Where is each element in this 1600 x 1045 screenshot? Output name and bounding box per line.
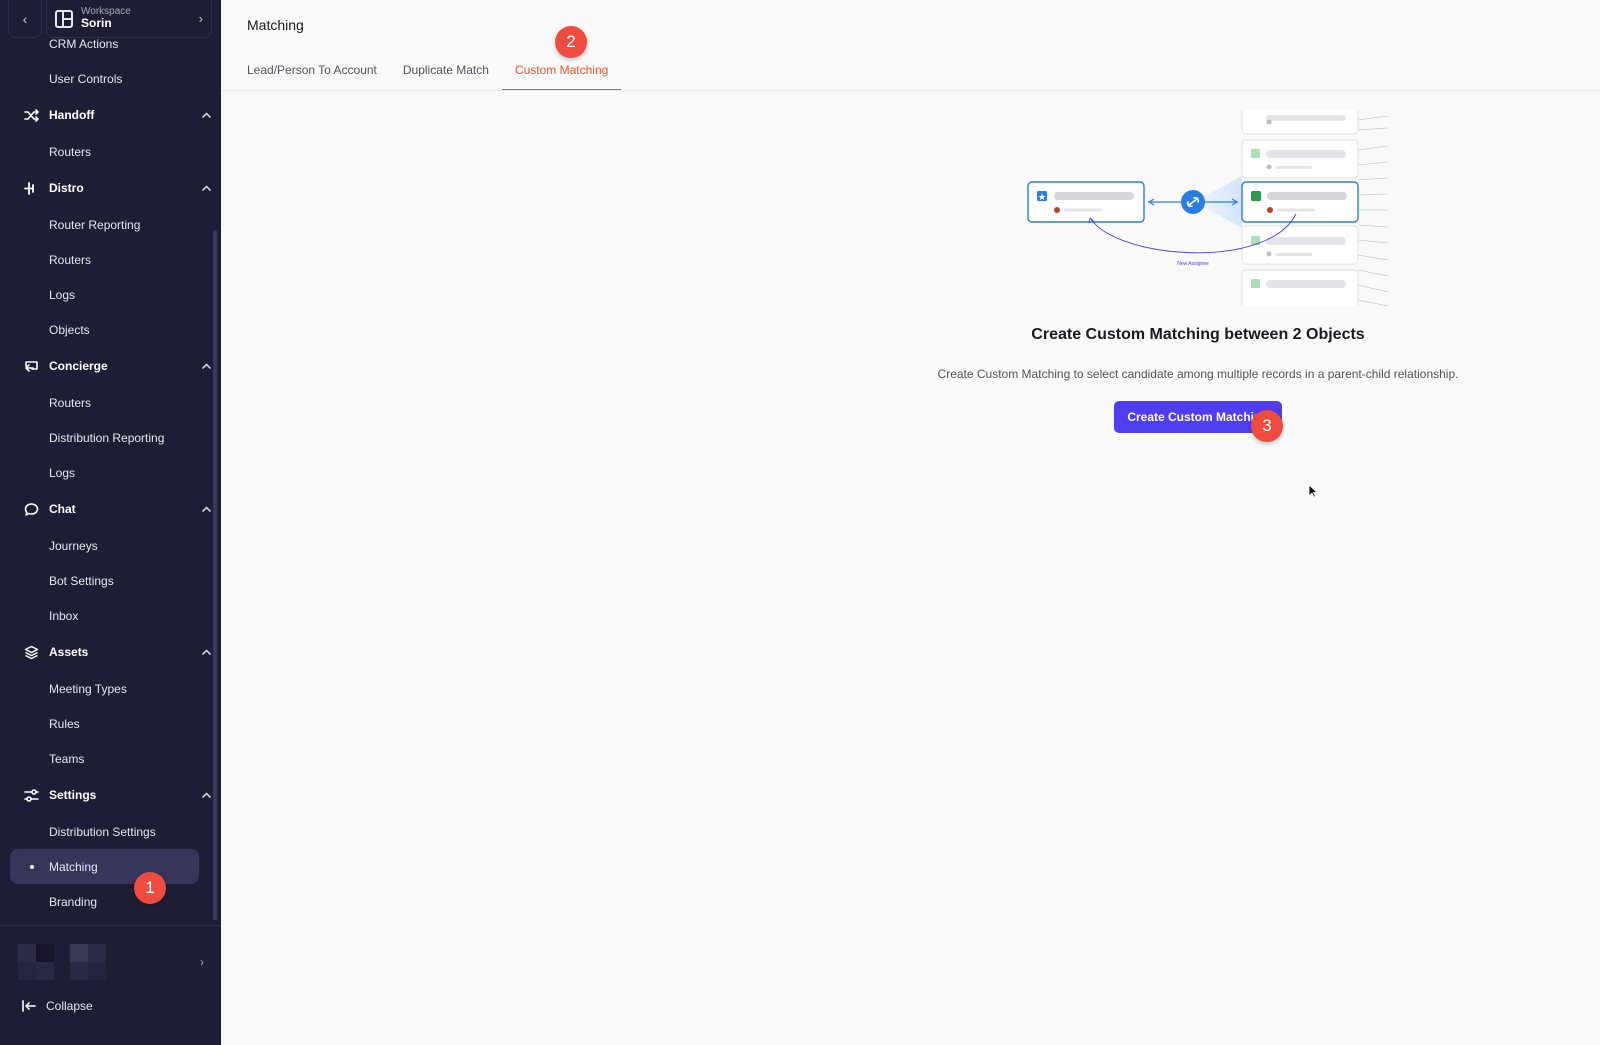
chevron-right-icon: › bbox=[198, 11, 203, 26]
sidebar-item-routers[interactable]: Routers bbox=[0, 134, 221, 169]
sidebar-item-bot-settings[interactable]: Bot Settings bbox=[0, 563, 221, 598]
chevron-left-icon: ‹ bbox=[22, 10, 28, 27]
sidebar-item-label: Teams bbox=[49, 751, 85, 766]
main-content: Matching Lead/Person To Account Duplicat… bbox=[221, 0, 1600, 1045]
layers-icon bbox=[22, 645, 40, 660]
sidebar-item-label: CRM Actions bbox=[49, 36, 119, 51]
sidebar-item-routers[interactable]: Routers bbox=[0, 385, 221, 420]
chevron-up-icon bbox=[191, 183, 221, 194]
sidebar-item-journeys[interactable]: Journeys bbox=[0, 528, 221, 563]
sidebar-item-label: Distribution Reporting bbox=[49, 430, 165, 445]
sidebar-item-user-controls[interactable]: User Controls bbox=[0, 61, 221, 96]
account-logo bbox=[70, 944, 106, 980]
sidebar-item-label: Router Reporting bbox=[49, 217, 141, 232]
sidebar-item-label: User Controls bbox=[49, 71, 123, 86]
sidebar-item-label: Rules bbox=[49, 716, 80, 731]
sidebar-group-label: Assets bbox=[49, 645, 89, 659]
layout-icon bbox=[55, 9, 73, 28]
sidebar-item-logs[interactable]: Logs bbox=[0, 277, 221, 312]
illustration-caption: New Assignee bbox=[1177, 261, 1209, 267]
sidebar-item-matching[interactable]: Matching bbox=[10, 849, 199, 884]
tab-bar: Lead/Person To Account Duplicate Match C… bbox=[247, 58, 622, 91]
sidebar-item-label: Bot Settings bbox=[49, 573, 114, 588]
empty-state: New Assignee Create Custom Matching betw… bbox=[848, 110, 1548, 433]
sidebar-nav: CRM Actions User Controls Handoff Routers Di… bbox=[0, 26, 221, 919]
chevron-right-icon: › bbox=[200, 955, 204, 969]
empty-state-description: Create Custom Matching to select candida… bbox=[937, 367, 1459, 381]
sidebar-item-label: Logs bbox=[49, 465, 76, 480]
sidebar-group-concierge[interactable]: Concierge bbox=[0, 347, 221, 385]
empty-state-title: Create Custom Matching between 2 Objects bbox=[1031, 326, 1365, 343]
avatar bbox=[18, 944, 54, 980]
step-marker-3: 3 bbox=[1251, 410, 1283, 442]
tab-lead-person-to-account[interactable]: Lead/Person To Account bbox=[247, 58, 390, 91]
sidebar-group-distro[interactable]: Distro bbox=[0, 169, 221, 207]
sidebar-item-branding[interactable]: Branding bbox=[0, 884, 221, 919]
workspace-name: Sorin bbox=[81, 16, 112, 31]
sidebar-group-label: Distro bbox=[49, 181, 84, 195]
sidebar-item-label: Routers bbox=[49, 252, 92, 267]
workspace-switcher[interactable]: Workspace Sorin › bbox=[46, 0, 212, 38]
app-window: CRM Actions User Controls Handoff Routers Di… bbox=[0, 0, 1600, 1045]
sidebar-item-label: Routers bbox=[49, 144, 92, 159]
collapse-label: Collapse bbox=[46, 999, 93, 1013]
sidebar-item-label: Branding bbox=[49, 894, 98, 909]
sidebar-item-distribution-reporting[interactable]: Distribution Reporting bbox=[0, 420, 221, 455]
sliders-icon bbox=[22, 788, 40, 803]
sidebar-scrollbar[interactable] bbox=[213, 230, 217, 920]
back-button[interactable]: ‹ bbox=[8, 0, 42, 38]
concierge-icon bbox=[22, 359, 40, 374]
sidebar-item-label: Meeting Types bbox=[49, 681, 127, 696]
tab-custom-matching[interactable]: Custom Matching bbox=[501, 58, 622, 91]
sidebar-item-label: Logs bbox=[49, 287, 76, 302]
sidebar-item-meeting-types[interactable]: Meeting Types bbox=[0, 671, 221, 706]
branch-icon bbox=[22, 181, 40, 196]
sidebar-item-inbox[interactable]: Inbox bbox=[0, 598, 221, 633]
sidebar-item-label: Inbox bbox=[49, 608, 79, 623]
step-marker-2: 2 bbox=[555, 26, 587, 58]
sidebar-item-label: Distribution Settings bbox=[49, 824, 156, 839]
sidebar-item-routers[interactable]: Routers bbox=[0, 242, 221, 277]
workspace-bar: ‹ Workspace Sorin › bbox=[8, 0, 212, 38]
sidebar-group-label: Settings bbox=[49, 788, 97, 802]
active-dot-icon bbox=[30, 865, 34, 869]
sidebar-item-label: Journeys bbox=[49, 538, 98, 553]
sidebar-item-label: Matching bbox=[49, 859, 98, 874]
sidebar-item-logs[interactable]: Logs bbox=[0, 455, 221, 490]
sidebar-footer: › Collapse bbox=[0, 925, 221, 1045]
sidebar-group-label: Handoff bbox=[49, 108, 95, 122]
step-marker-1: 1 bbox=[134, 872, 166, 904]
matching-illustration: New Assignee bbox=[1027, 110, 1388, 306]
account-switcher[interactable]: › bbox=[18, 944, 204, 980]
sidebar-group-label: Chat bbox=[49, 502, 76, 516]
sidebar-group-settings[interactable]: Settings bbox=[0, 776, 221, 814]
sidebar-item-distribution-settings[interactable]: Distribution Settings bbox=[0, 814, 221, 849]
sidebar-item-rules[interactable]: Rules bbox=[0, 706, 221, 741]
sidebar-item-router-reporting[interactable]: Router Reporting bbox=[0, 207, 221, 242]
sidebar-item-label: Objects bbox=[49, 322, 90, 337]
sidebar: CRM Actions User Controls Handoff Routers Di… bbox=[0, 0, 221, 1045]
shuffle-icon bbox=[22, 108, 40, 123]
chat-bubble-icon bbox=[22, 502, 40, 517]
tab-divider bbox=[221, 90, 1600, 91]
sidebar-item-objects[interactable]: Objects bbox=[0, 312, 221, 347]
tab-duplicate-match[interactable]: Duplicate Match bbox=[390, 58, 502, 91]
collapse-icon bbox=[22, 1000, 36, 1012]
chevron-up-icon bbox=[191, 110, 221, 121]
sidebar-item-teams[interactable]: Teams bbox=[0, 741, 221, 776]
sidebar-item-label: Routers bbox=[49, 395, 92, 410]
sidebar-group-chat[interactable]: Chat bbox=[0, 490, 221, 528]
collapse-button[interactable]: Collapse bbox=[22, 994, 93, 1018]
page-title: Matching bbox=[247, 17, 304, 33]
sidebar-group-assets[interactable]: Assets bbox=[0, 633, 221, 671]
mouse-cursor-icon bbox=[1308, 484, 1318, 498]
sidebar-group-handoff[interactable]: Handoff bbox=[0, 96, 221, 134]
sidebar-group-label: Concierge bbox=[49, 359, 108, 373]
